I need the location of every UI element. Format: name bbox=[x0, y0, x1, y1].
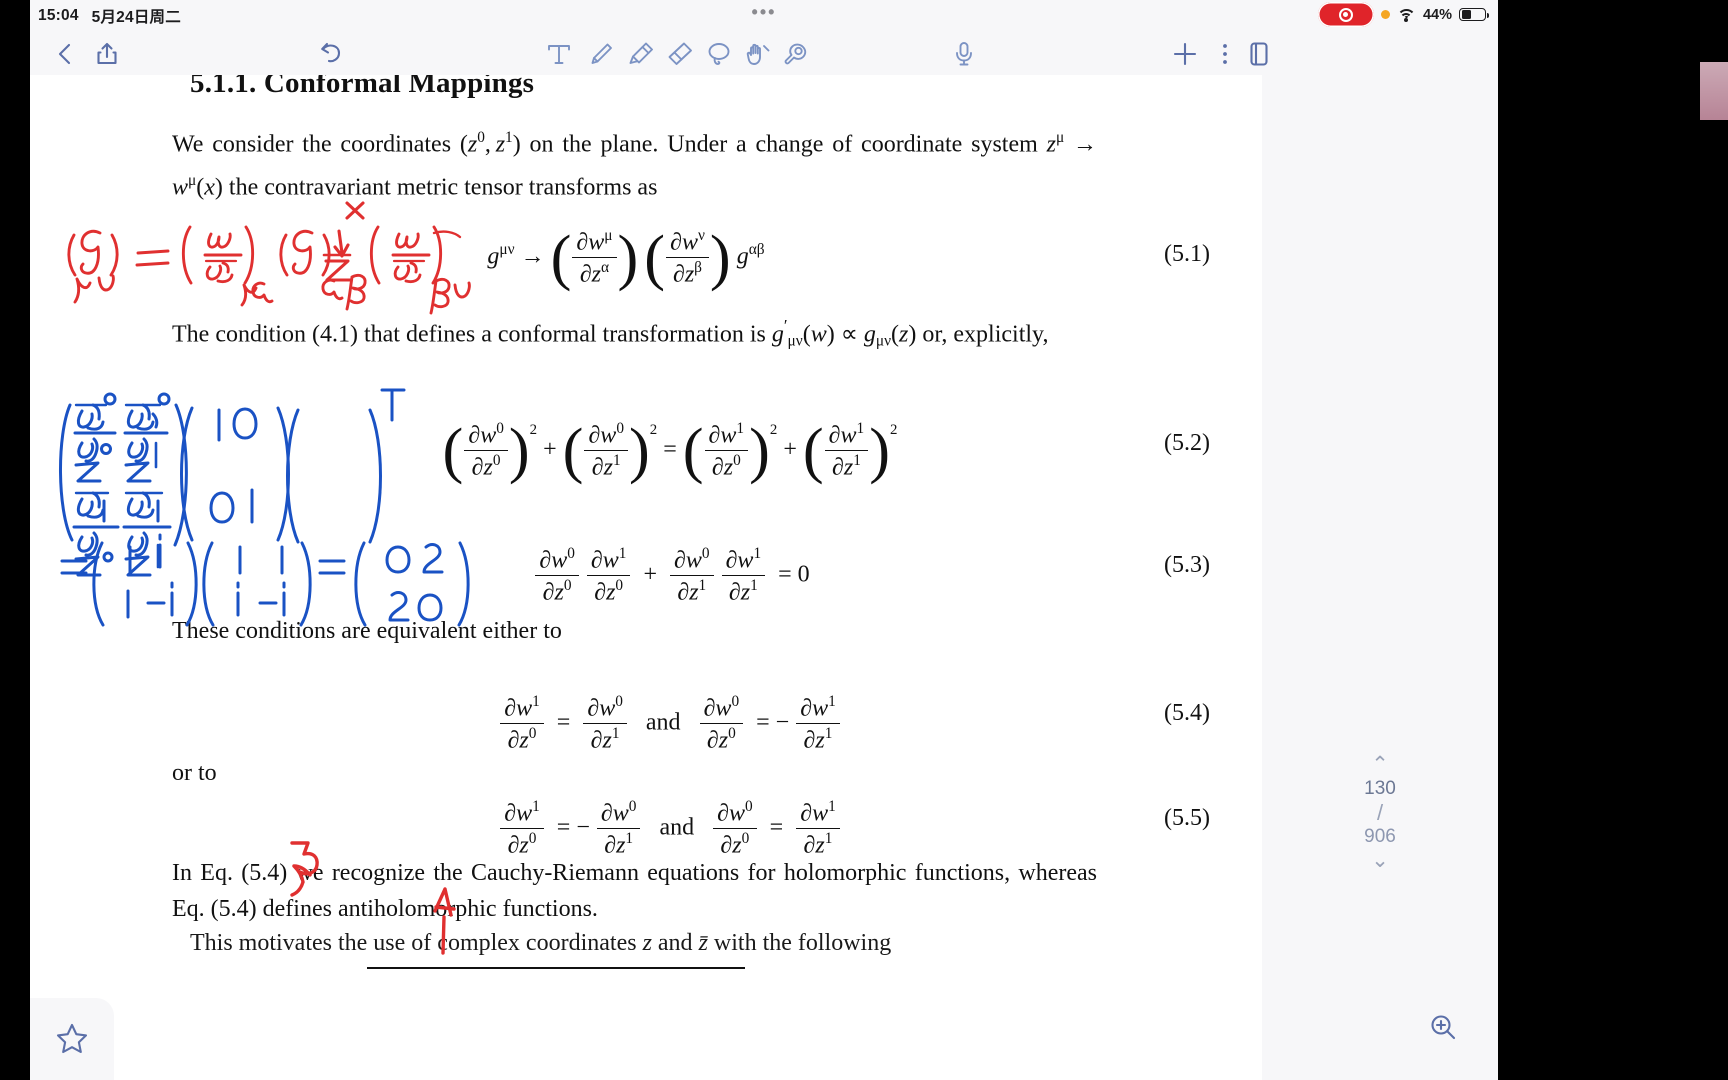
blue-transpose-marker bbox=[380, 388, 406, 422]
app-window: 15:04 5月24日周二 ••• 44% 5.1.1. Conformal M… bbox=[30, 0, 1498, 1080]
microphone-icon[interactable] bbox=[947, 37, 981, 71]
left-bezel bbox=[0, 0, 30, 1080]
status-bar-left: 15:04 5月24日周二 bbox=[38, 5, 181, 27]
undo-icon[interactable] bbox=[314, 37, 348, 71]
battery-icon bbox=[1459, 7, 1489, 22]
equation-5-5: ∂w1 ∂z0 = − ∂w0 ∂z1 and ∂w0 ∂z0 = ∂w1 ∂z1 bbox=[360, 798, 980, 860]
app-toolbar bbox=[30, 33, 1498, 75]
pen-tool-icon[interactable] bbox=[584, 37, 618, 71]
paragraph-1: We consider the coordinates (z0, z1) on … bbox=[172, 129, 1098, 201]
equation-number-5-5: (5.5) bbox=[1164, 805, 1210, 831]
paragraph-5: In Eq. (5.4) we recognize the Cauchy-Rie… bbox=[172, 860, 1097, 922]
equation-5-3: ∂w0 ∂z0 ∂w1 ∂z0 + ∂w0 ∂z1 ∂w1 ∂z1 = 0 bbox=[402, 545, 942, 607]
back-chevron-icon[interactable] bbox=[48, 37, 82, 71]
section-heading: 5.1.1. Conformal Mappings bbox=[190, 75, 535, 99]
red-metric-identity bbox=[67, 225, 471, 315]
equation-number-5-2: (5.2) bbox=[1164, 430, 1210, 456]
page-navigator[interactable]: ⌃ 130 / 906 ⌄ bbox=[1345, 754, 1415, 871]
status-bar: 15:04 5月24日周二 ••• 44% bbox=[30, 0, 1498, 33]
lasso-tool-icon[interactable] bbox=[702, 37, 736, 71]
hand-tool-icon[interactable] bbox=[741, 37, 775, 71]
wifi-icon bbox=[1396, 7, 1416, 22]
paragraph-2: The condition (4.1) that defines a confo… bbox=[172, 316, 1049, 350]
star-outline-icon bbox=[56, 1023, 88, 1054]
blue-jacobian-matrix bbox=[59, 392, 188, 577]
zoom-in-icon[interactable] bbox=[1426, 1010, 1460, 1044]
paragraph-3: These conditions are equivalent either t… bbox=[172, 618, 562, 644]
screen-root: 15:04 5月24日周二 ••• 44% 5.1.1. Conformal M… bbox=[0, 0, 1728, 1080]
equation-5-1: gμν → (∂wμ ∂zα) (∂wν ∂zβ) gαβ bbox=[487, 222, 765, 292]
equation-number-5-1: (5.1) bbox=[1164, 241, 1210, 267]
paragraph-4: or to bbox=[172, 760, 217, 786]
eraser-tool-icon[interactable] bbox=[663, 37, 697, 71]
text-tool-icon[interactable] bbox=[542, 37, 576, 71]
favorite-star-button[interactable] bbox=[30, 998, 114, 1080]
page-up-chevron-icon[interactable]: ⌃ bbox=[1345, 754, 1415, 775]
screen-edge-artifact bbox=[1700, 62, 1728, 120]
equation-5-4: ∂w1 ∂z0 = ∂w0 ∂z1 and ∂w0 ∂z0 = − ∂w1 ∂z1 bbox=[360, 693, 980, 755]
equation-5-2: (∂w0 ∂z0)2 + (∂w0 ∂z1)2 = (∂w1 ∂z0)2 + (∂w1… bbox=[442, 415, 898, 485]
multitask-dots-icon[interactable]: ••• bbox=[752, 3, 777, 21]
blue-identity-matrix bbox=[180, 406, 290, 542]
equation-number-5-3: (5.3) bbox=[1164, 552, 1210, 578]
total-pages-label: 906 bbox=[1364, 826, 1396, 847]
battery-percent-label: 44% bbox=[1422, 6, 1452, 23]
highlighter-tool-icon[interactable] bbox=[624, 37, 658, 71]
equation-number-5-4: (5.4) bbox=[1164, 700, 1210, 726]
more-vertical-icon[interactable] bbox=[1208, 37, 1242, 71]
right-bezel bbox=[1498, 0, 1728, 1080]
status-date: 5月24日周二 bbox=[91, 9, 181, 26]
page-separator: / bbox=[1376, 800, 1384, 825]
right-rail: ⌃ 130 / 906 ⌄ bbox=[1262, 75, 1498, 1080]
pages-icon[interactable] bbox=[1242, 37, 1276, 71]
record-pill-icon[interactable] bbox=[1317, 2, 1374, 27]
page-down-chevron-icon[interactable]: ⌄ bbox=[1345, 850, 1415, 871]
status-time: 15:04 bbox=[38, 7, 79, 24]
plus-icon[interactable] bbox=[1168, 37, 1202, 71]
orange-privacy-dot-icon bbox=[1380, 10, 1390, 19]
palette-tool-icon[interactable] bbox=[779, 37, 813, 71]
current-page-label: 130 bbox=[1364, 778, 1396, 799]
share-icon[interactable] bbox=[90, 37, 124, 71]
paragraph-6: This motivates the use of complex coordi… bbox=[172, 930, 892, 956]
pdf-page-canvas[interactable]: 5.1.1. Conformal Mappings We consider th… bbox=[30, 75, 1262, 1080]
status-bar-right: 44% bbox=[1317, 2, 1489, 27]
